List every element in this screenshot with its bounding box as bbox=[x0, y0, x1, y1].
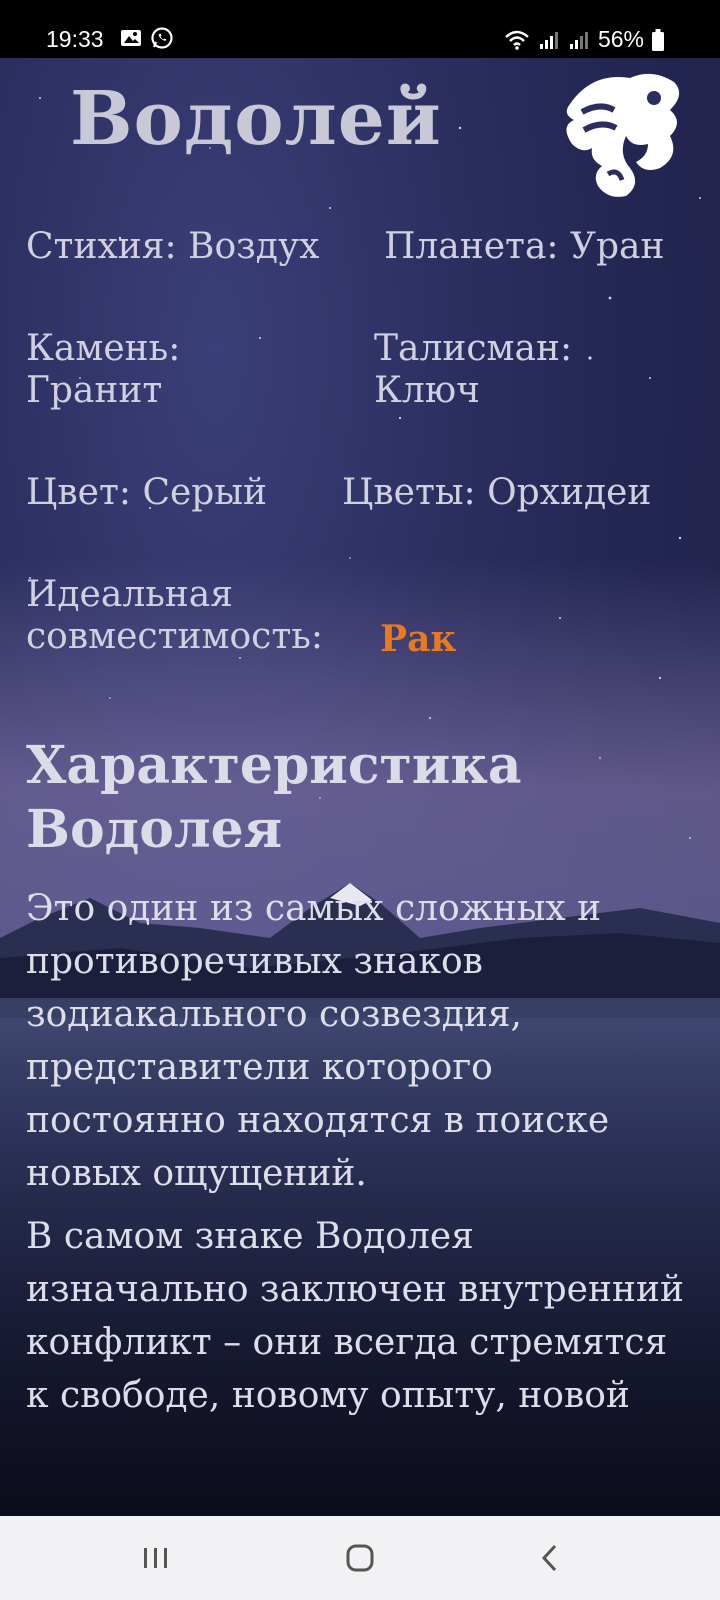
talisman-label: Талисман: Ключ bbox=[374, 328, 572, 412]
zodiac-screen: Водолей Стихия: Воздух Планета: Уран Кам… bbox=[0, 58, 720, 1516]
description-paragraph-1: Это один из самых сложных и противоречив… bbox=[26, 888, 610, 1194]
home-button[interactable] bbox=[330, 1538, 390, 1578]
section-title-line1: Характеристика bbox=[26, 735, 522, 796]
compatibility-label-line1: Идеальная bbox=[26, 574, 233, 615]
stone-label-line1: Камень: bbox=[26, 328, 181, 369]
description-paragraph-2: В самом знаке Водолея изначально заключе… bbox=[26, 1216, 684, 1416]
talisman-value: Ключ bbox=[374, 370, 480, 411]
element-label: Стихия: Воздух bbox=[26, 226, 320, 267]
signal-icon bbox=[539, 31, 558, 49]
compatibility-label-line2: совместимость: bbox=[26, 616, 323, 657]
navigation-bar bbox=[0, 1516, 720, 1600]
home-icon bbox=[346, 1544, 374, 1572]
gallery-icon bbox=[121, 30, 141, 46]
page-title: Водолей bbox=[70, 76, 442, 162]
whatsapp-icon bbox=[151, 27, 173, 49]
back-button[interactable] bbox=[520, 1538, 580, 1578]
status-bar: 19:33 56% bbox=[0, 0, 720, 58]
battery-icon bbox=[652, 28, 664, 51]
recent-apps-icon bbox=[144, 1548, 167, 1568]
flowers-label: Цветы: Орхидеи bbox=[342, 472, 652, 513]
compatibility-label: Идеальная совместимость: bbox=[26, 574, 323, 658]
wifi-icon bbox=[505, 30, 529, 50]
section-title: Характеристика Водолея bbox=[26, 734, 522, 862]
planet-label: Планета: Уран bbox=[384, 226, 665, 267]
back-icon bbox=[541, 1544, 557, 1572]
aquarius-emblem-icon bbox=[566, 73, 680, 197]
stone-label: Камень: Гранит bbox=[26, 328, 180, 412]
stone-value: Гранит bbox=[26, 370, 163, 411]
status-time: 19:33 bbox=[46, 26, 104, 52]
content: Водолей Стихия: Воздух Планета: Уран Кам… bbox=[0, 58, 720, 1516]
section-title-line2: Водолея bbox=[26, 799, 283, 860]
signal-icon bbox=[569, 31, 588, 49]
compatibility-value[interactable]: Рак bbox=[380, 618, 456, 660]
recent-apps-button[interactable] bbox=[126, 1538, 186, 1578]
color-label: Цвет: Серый bbox=[26, 472, 267, 513]
battery-percent: 56% bbox=[597, 26, 644, 52]
talisman-label-line1: Талисман: bbox=[374, 328, 573, 369]
